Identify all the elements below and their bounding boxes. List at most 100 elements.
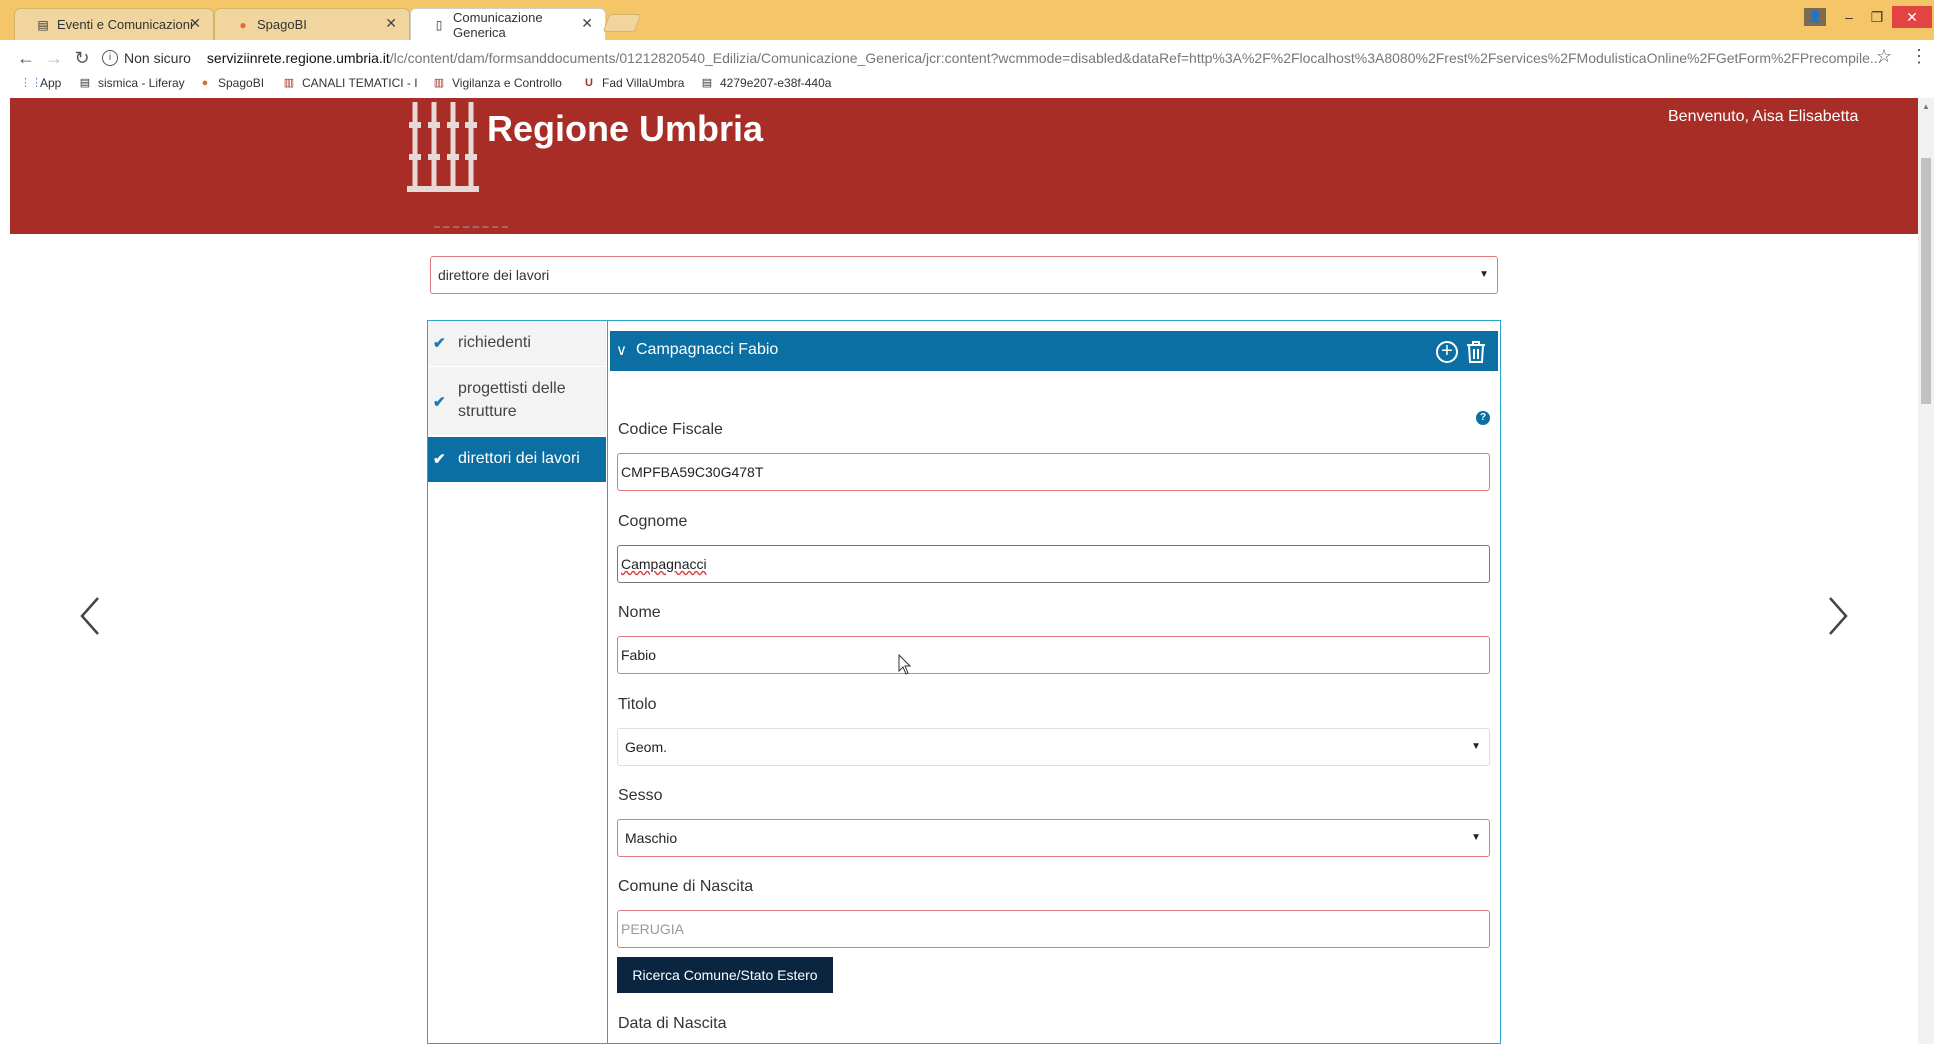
field-value: PERUGIA [621,921,685,937]
address-bar[interactable]: i Non sicuro serviziinrete.regione.umbri… [102,45,1902,71]
regione-icon: ▥ [433,77,445,89]
spagobi-icon: ● [239,18,247,32]
mouse-cursor-icon [898,654,912,675]
bookmark-app[interactable]: ⋮⋮ App [20,76,61,90]
panel-title: Campagnacci Fabio [636,341,779,358]
chevron-down-icon[interactable]: ∨ [616,341,627,359]
caret-down-icon: ▼ [1471,832,1481,843]
bookmark-label: sismica - Liferay [98,76,185,90]
bookmarks-bar: ⋮⋮ App ▤ sismica - Liferay ● SpagoBI ▥ C… [0,72,1934,96]
section-nav: ✔ richiedenti ✔ progettisti delle strutt… [427,320,607,1044]
cognome-label: Cognome [618,513,688,530]
section-item-progettisti[interactable]: ✔ progettisti delle strutture [428,367,606,436]
browser-tab-comunicazione[interactable]: ▯ Comunicazione Generica ✕ [410,8,606,40]
codice-fiscale-input[interactable]: CMPFBA59C30G478T [617,453,1490,491]
browser-toolbar: ← → ↻ i Non sicuro serviziinrete.regione… [0,40,1934,76]
nome-input[interactable]: Fabio [617,636,1490,674]
bookmark-sismica[interactable]: ▤ sismica - Liferay [78,76,185,90]
sesso-select[interactable]: Maschio ▼ [617,819,1490,857]
back-icon[interactable]: ← [16,48,36,68]
url-path: /lc/content/dam/formsanddocuments/012128… [389,50,1882,66]
page-icon: ▤ [37,18,49,32]
close-icon[interactable]: ✕ [385,15,397,32]
close-icon[interactable]: ✕ [581,15,593,32]
site-header: Regione Umbria Benvenuto, Aisa Elisabett… [10,98,1918,234]
section-label: progettisti delle strutture [458,380,566,420]
bookmark-fad[interactable]: U Fad VillaUmbra [582,76,684,90]
bookmark-guid[interactable]: ▤ 4279e207-e38f-440a [700,76,832,90]
bookmark-label: App [40,76,62,90]
close-icon[interactable]: ✕ [189,15,201,32]
cognome-input[interactable]: Campagnacci [617,545,1490,583]
menu-icon[interactable]: ⋮ [1910,46,1928,67]
field-value: CMPFBA59C30G478T [621,464,764,480]
site-brand[interactable]: Regione Umbria [487,108,763,150]
search-comune-button[interactable]: Ricerca Comune/Stato Estero [617,957,833,993]
bookmark-star-icon[interactable]: ☆ [1876,46,1892,67]
add-icon[interactable]: + [1436,341,1458,363]
window-close-icon[interactable]: ✕ [1892,6,1932,28]
tab-title: Eventi e Comunicazioni [57,17,193,32]
data-nascita-label: Data di Nascita [618,1015,727,1032]
browser-tabstrip: ▤ Eventi e Comunicazioni ✕ ● SpagoBI ✕ ▯… [0,0,1934,40]
welcome-user[interactable]: Benvenuto, Aisa Elisabetta [1668,108,1918,126]
forward-icon[interactable]: → [44,48,64,68]
bookmark-spagobi[interactable]: ● SpagoBI [198,76,264,90]
nome-label: Nome [618,604,661,621]
bookmark-vigilanza[interactable]: ▥ Vigilanza e Controllo [432,76,562,90]
reload-icon[interactable]: ↻ [72,48,92,68]
section-label: richiedenti [458,334,531,351]
info-icon[interactable]: i [102,50,118,66]
scroll-up-icon[interactable]: ▲ [1922,102,1930,111]
url-host: serviziinrete.regione.umbria.it [206,50,390,66]
panel-header[interactable]: ∨ Campagnacci Fabio + [610,331,1498,371]
field-value: Maschio [625,830,678,846]
browser-tab-eventi[interactable]: ▤ Eventi e Comunicazioni ✕ [14,8,214,40]
check-icon: ✔ [433,335,446,352]
hidden-label: ‾ ‾ ‾ ‾ ‾ ‾ ‾ ‾ [434,226,508,234]
check-icon: ✔ [433,451,446,468]
security-label: Non sicuro [124,50,191,66]
user-profile-icon[interactable]: 👤 [1804,8,1826,26]
field-value: Geom. [625,739,668,755]
u-icon: U [585,77,593,89]
titolo-label: Titolo [618,696,657,713]
person-form-panel: ∨ Campagnacci Fabio + ? Codice Fiscale C… [607,320,1501,1044]
caret-down-icon: ▼ [1479,269,1489,280]
caret-down-icon: ▼ [1471,741,1481,752]
field-value: Fabio [621,647,657,663]
section-item-direttori[interactable]: ✔ direttori dei lavori [428,437,606,483]
role-select-value: direttore dei lavori [438,267,550,283]
chevron-left-icon[interactable] [78,594,102,638]
titolo-select[interactable]: Geom. ▼ [617,728,1490,766]
apps-grid-icon: ⋮⋮ [20,77,42,89]
bookmark-canali[interactable]: ▥ CANALI TEMATICI - I [282,76,418,90]
restore-icon[interactable]: ❐ [1862,6,1892,28]
check-icon: ✔ [433,394,446,411]
browser-tab-spagobi[interactable]: ● SpagoBI ✕ [214,8,410,40]
page-icon: ▤ [79,77,91,89]
document-icon: ▯ [435,18,443,32]
bookmark-label: SpagoBI [218,76,265,90]
comune-nascita-input[interactable]: PERUGIA [617,910,1490,948]
section-item-richiedenti[interactable]: ✔ richiedenti [428,321,606,367]
tab-title: SpagoBI [257,17,307,32]
regione-icon: ▥ [283,77,295,89]
spagobi-icon: ● [201,77,209,89]
bookmark-label: Vigilanza e Controllo [452,76,562,90]
trash-icon[interactable] [1465,340,1487,364]
new-tab-button[interactable] [602,14,642,32]
chevron-right-icon[interactable] [1826,594,1850,638]
minimize-icon[interactable]: – [1834,6,1864,28]
help-icon[interactable]: ? [1476,411,1490,425]
page-scrollbar[interactable]: ▲ [1918,98,1934,1044]
scrollbar-thumb[interactable] [1921,158,1931,404]
page-icon: ▤ [701,77,713,89]
codice-fiscale-label: Codice Fiscale [618,421,723,438]
regione-umbria-logo-icon [407,102,479,192]
comune-nascita-label: Comune di Nascita [618,878,754,895]
bookmark-label: CANALI TEMATICI - I [302,76,418,90]
bookmark-label: Fad VillaUmbra [602,76,685,90]
field-value: Campagnacci [621,556,707,572]
role-select[interactable]: direttore dei lavori ▼ [430,256,1498,294]
